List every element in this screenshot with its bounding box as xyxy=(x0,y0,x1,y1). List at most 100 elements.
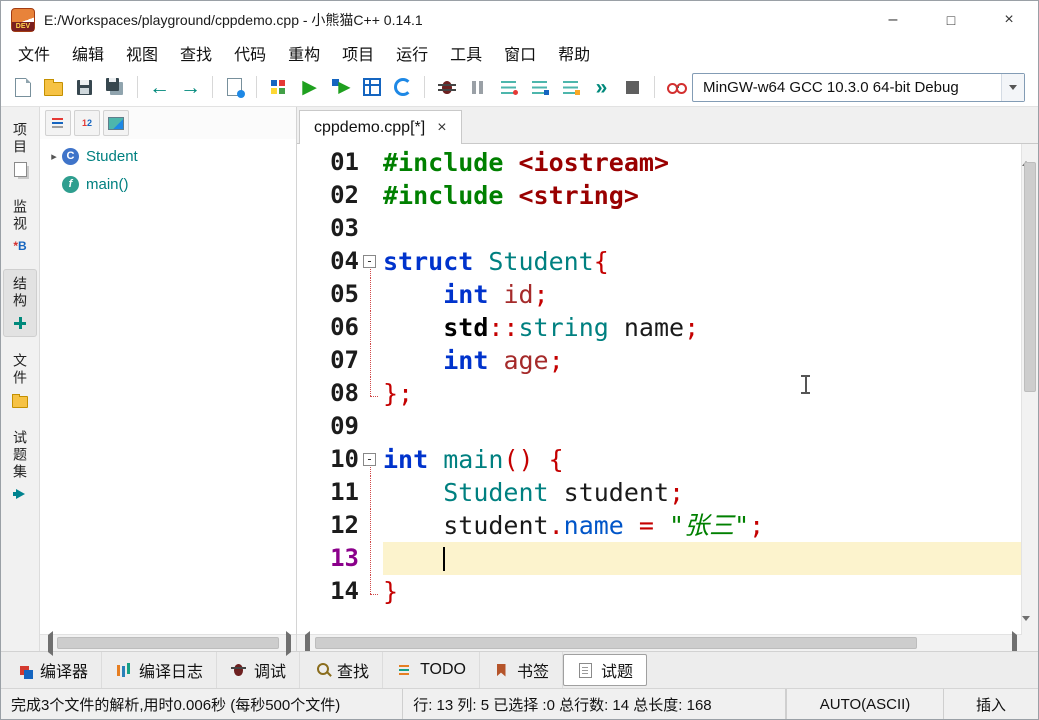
tab-compile-log[interactable]: 编译日志 xyxy=(102,652,217,688)
structure-panel-hscrollbar[interactable] xyxy=(40,634,296,651)
scroll-right-arrow[interactable] xyxy=(280,635,296,651)
chevron-down-icon[interactable] xyxy=(1001,74,1024,101)
menu-refactor[interactable]: 重构 xyxy=(277,39,331,67)
show-inherited-button[interactable] xyxy=(103,110,129,136)
line-number[interactable]: 10 xyxy=(297,443,359,476)
code-line-11[interactable]: 11 Student student; xyxy=(297,476,1022,509)
menu-view[interactable]: 视图 xyxy=(115,39,169,67)
code-text[interactable]: int main() { xyxy=(383,443,1022,476)
scroll-left-arrow[interactable] xyxy=(297,635,313,651)
line-number[interactable]: 14 xyxy=(297,575,359,608)
fold-collapse-marker[interactable]: - xyxy=(359,443,383,476)
close-button[interactable]: × xyxy=(980,1,1038,38)
code-line-01[interactable]: 01#include <iostream> xyxy=(297,146,1022,179)
tab-bookmarks[interactable]: 书签 xyxy=(480,652,563,688)
menu-edit[interactable]: 编辑 xyxy=(61,39,115,67)
tab-search[interactable]: 查找 xyxy=(300,652,383,688)
code-line-12[interactable]: 12 student.name = "张三"; xyxy=(297,509,1022,542)
line-number[interactable]: 12 xyxy=(297,509,359,542)
code-text[interactable] xyxy=(383,542,1022,575)
step-into-button[interactable] xyxy=(525,73,554,102)
code-lines[interactable]: 01#include <iostream>02#include <string>… xyxy=(297,144,1022,635)
menu-search[interactable]: 查找 xyxy=(169,39,223,67)
scrollbar-thumb[interactable] xyxy=(57,637,279,649)
navigate-forward-button[interactable]: → xyxy=(176,73,205,102)
encoding-indicator[interactable]: AUTO(ASCII) xyxy=(786,689,943,719)
tree-item-main[interactable]: f main() xyxy=(40,170,296,198)
line-number[interactable]: 01 xyxy=(297,146,359,179)
code-text[interactable]: } xyxy=(383,575,1022,608)
tab-todo[interactable]: TODO xyxy=(383,652,480,688)
scroll-down-arrow[interactable] xyxy=(1022,621,1038,635)
navigate-back-button[interactable]: ← xyxy=(145,73,174,102)
scroll-right-arrow[interactable] xyxy=(1006,635,1022,651)
rebuild-all-button[interactable] xyxy=(357,73,386,102)
line-number[interactable]: 02 xyxy=(297,179,359,212)
menu-project[interactable]: 项目 xyxy=(331,39,385,67)
menu-tools[interactable]: 工具 xyxy=(439,39,493,67)
side-tab-watch[interactable]: 监视 *B xyxy=(4,192,36,260)
menu-file[interactable]: 文件 xyxy=(7,39,61,67)
pause-button[interactable] xyxy=(463,73,492,102)
stop-button[interactable] xyxy=(618,73,647,102)
code-text[interactable]: std::string name; xyxy=(383,311,1022,344)
line-number[interactable]: 04 xyxy=(297,245,359,278)
step-over-button[interactable] xyxy=(494,73,523,102)
line-number[interactable]: 09 xyxy=(297,410,359,443)
code-line-05[interactable]: 05 int id; xyxy=(297,278,1022,311)
open-problem-button[interactable] xyxy=(662,73,691,102)
line-number[interactable]: 13 xyxy=(297,542,359,575)
line-number[interactable]: 11 xyxy=(297,476,359,509)
code-text[interactable] xyxy=(383,212,1022,245)
code-line-06[interactable]: 06 std::string name; xyxy=(297,311,1022,344)
tree-item-student[interactable]: ▸ C Student xyxy=(40,142,296,170)
expander-icon[interactable]: ▸ xyxy=(46,150,62,163)
side-tab-problem-set[interactable]: 试题集 xyxy=(4,423,36,508)
code-line-09[interactable]: 09 xyxy=(297,410,1022,443)
scrollbar-thumb[interactable] xyxy=(315,637,917,649)
save-all-button[interactable] xyxy=(101,73,130,102)
code-line-02[interactable]: 02#include <string> xyxy=(297,179,1022,212)
fold-collapse-marker[interactable]: - xyxy=(359,245,383,278)
menu-window[interactable]: 窗口 xyxy=(493,39,547,67)
line-number[interactable]: 08 xyxy=(297,377,359,410)
tab-debug[interactable]: 调试 xyxy=(217,652,300,688)
scroll-up-arrow[interactable] xyxy=(1022,144,1038,158)
check-syntax-button[interactable] xyxy=(220,73,249,102)
code-line-04[interactable]: 04-struct Student{ xyxy=(297,245,1022,278)
code-line-10[interactable]: 10-int main() { xyxy=(297,443,1022,476)
run-button[interactable]: ▶ xyxy=(295,73,324,102)
tab-problem[interactable]: 试题 xyxy=(563,654,647,686)
code-text[interactable]: int age; xyxy=(383,344,1022,377)
sort-alphabetically-button[interactable]: 12 xyxy=(74,110,100,136)
code-text[interactable]: }; xyxy=(383,377,1022,410)
line-number[interactable]: 06 xyxy=(297,311,359,344)
maximize-button[interactable]: □ xyxy=(922,1,980,38)
minimize-button[interactable]: – xyxy=(864,1,922,38)
program-arguments-button[interactable] xyxy=(388,73,417,102)
debug-button[interactable] xyxy=(432,73,461,102)
line-number[interactable]: 03 xyxy=(297,212,359,245)
menu-run[interactable]: 运行 xyxy=(385,39,439,67)
code-line-07[interactable]: 07 int age; xyxy=(297,344,1022,377)
code-text[interactable]: student.name = "张三"; xyxy=(383,509,1022,542)
side-tab-structure[interactable]: 结构 xyxy=(3,269,37,337)
compiler-set-select[interactable]: MinGW-w64 GCC 10.3.0 64-bit Debug xyxy=(692,73,1025,102)
tab-compiler[interactable]: 编译器 xyxy=(3,652,102,688)
editor-hscrollbar[interactable] xyxy=(297,634,1022,651)
scroll-left-arrow[interactable] xyxy=(40,635,56,651)
menu-help[interactable]: 帮助 xyxy=(547,39,601,67)
new-file-button[interactable] xyxy=(8,73,37,102)
side-tab-project[interactable]: 项目 xyxy=(4,115,36,183)
editor-vscrollbar[interactable] xyxy=(1021,144,1038,635)
sort-by-type-button[interactable] xyxy=(45,110,71,136)
editor-tab-cppdemo[interactable]: cppdemo.cpp[*] × xyxy=(299,110,462,144)
close-tab-icon[interactable]: × xyxy=(437,120,446,136)
code-line-03[interactable]: 03 xyxy=(297,212,1022,245)
save-button[interactable] xyxy=(70,73,99,102)
compile-button[interactable] xyxy=(264,73,293,102)
line-number[interactable]: 05 xyxy=(297,278,359,311)
code-text[interactable]: struct Student{ xyxy=(383,245,1022,278)
side-tab-files[interactable]: 文件 xyxy=(4,346,36,414)
code-view[interactable]: 01#include <iostream>02#include <string>… xyxy=(297,144,1038,651)
